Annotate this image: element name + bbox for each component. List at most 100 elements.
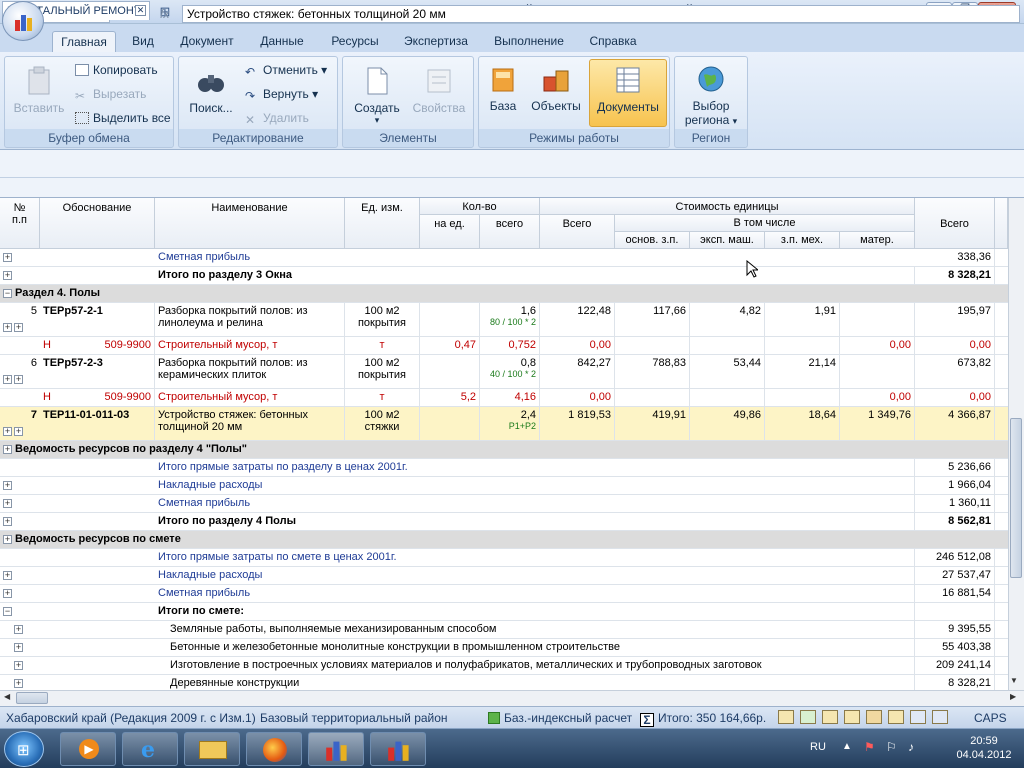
tool-icon-8[interactable] [932, 710, 948, 724]
scroll-left-icon[interactable]: ◀ [4, 692, 10, 701]
section-row[interactable]: − Раздел 4. Полы [0, 285, 1008, 303]
col-header-wages[interactable]: основ. з.п. [615, 232, 690, 249]
start-button[interactable]: ⊞ [4, 731, 44, 767]
table-row[interactable]: + Накладные расходы 27 537,47 [0, 567, 1008, 585]
table-row[interactable]: + Сметная прибыль 338,36 [0, 249, 1008, 267]
tab-data[interactable]: Данные [252, 31, 312, 52]
col-header-num[interactable]: № п.п [0, 198, 40, 249]
status-calc[interactable]: Баз.-индексный расчет [488, 711, 632, 725]
tool-icon-2[interactable] [800, 710, 816, 724]
section-row[interactable]: + Ведомость ресурсов по разделу 4 "Полы" [0, 441, 1008, 459]
taskbar-grand-smeta-2[interactable] [370, 732, 426, 766]
expand-icon[interactable]: + [3, 445, 12, 454]
table-row[interactable]: + Бетонные и железобетонные монолитные к… [0, 639, 1008, 657]
taskbar-media-player[interactable]: ▶ [60, 732, 116, 766]
col-header-extra[interactable] [995, 198, 1008, 249]
undo-button[interactable]: ↶ Отменить ▾ [245, 63, 327, 79]
documents-button[interactable]: Документы [589, 59, 667, 127]
copy-button[interactable]: Копировать [75, 63, 158, 77]
resource-row[interactable]: Н 509-9900 Строительный мусор, т т 5,2 4,… [0, 389, 1008, 407]
expand-icon[interactable]: + [3, 271, 12, 280]
tab-main[interactable]: Главная [52, 31, 116, 52]
expand-icon[interactable]: + [14, 661, 23, 670]
select-region-button[interactable]: Выбор региона ▾ [679, 63, 743, 127]
col-header-name[interactable]: Наименование [155, 198, 345, 249]
properties-button[interactable]: Свойства [409, 65, 469, 115]
base-button[interactable]: База [483, 63, 523, 121]
horizontal-scroll-thumb[interactable] [16, 692, 48, 704]
table-row[interactable]: Итого прямые затраты по смете в ценах 20… [0, 549, 1008, 567]
tool-icon-7[interactable] [910, 710, 926, 724]
tray-clock[interactable]: 20:59 04.04.2012 [954, 734, 1014, 762]
expand-icon[interactable]: + [3, 253, 12, 262]
tool-icon-1[interactable] [778, 710, 794, 724]
expand-icon[interactable]: + [3, 481, 12, 490]
cut-button[interactable]: ✂ Вырезать [75, 87, 146, 103]
table-row[interactable]: + Итого по разделу 3 Окна 8 328,21 [0, 267, 1008, 285]
expand-icon[interactable]: + [3, 499, 12, 508]
expand-icon[interactable]: + [14, 625, 23, 634]
selected-table-row[interactable]: + + 7 ТЕР11-01-011-03 Устройство стяжек:… [0, 407, 1008, 441]
tab-document[interactable]: Документ [172, 31, 242, 52]
table-row[interactable]: + Изготовление в построечных условиях ма… [0, 657, 1008, 675]
scroll-down-icon[interactable]: ▼ [1010, 676, 1018, 685]
col-header-total[interactable]: Всего [915, 198, 995, 249]
table-row[interactable]: + Сметная прибыль 1 360,11 [0, 495, 1008, 513]
tab-view[interactable]: Вид [124, 31, 162, 52]
col-header-unit-cost[interactable]: Стоимость единицы [540, 198, 915, 215]
table-row[interactable]: + Сметная прибыль 16 881,54 [0, 585, 1008, 603]
paste-button[interactable]: Вставить [11, 65, 67, 115]
action-center-icon[interactable]: ⚐ [886, 740, 897, 754]
col-header-basis[interactable]: Обоснование [40, 198, 155, 249]
redo-button[interactable]: ↷ Вернуть ▾ [245, 87, 318, 103]
taskbar-firefox[interactable] [246, 732, 302, 766]
expand-icon[interactable]: + [14, 679, 23, 688]
table-row[interactable]: + Накладные расходы 1 966,04 [0, 477, 1008, 495]
col-header-qty[interactable]: Кол-во [420, 198, 540, 215]
expand-icon[interactable]: + [3, 589, 12, 598]
col-header-qty-per[interactable]: на ед. [420, 215, 480, 249]
col-header-qty-total[interactable]: всего [480, 215, 540, 249]
tab-expertise[interactable]: Экспертиза [396, 31, 476, 52]
expand-icon[interactable]: + [3, 571, 12, 580]
table-row[interactable]: + Итого по разделу 4 Полы 8 562,81 [0, 513, 1008, 531]
table-row[interactable]: + Деревянные конструкции 8 328,21 [0, 675, 1008, 690]
table-row[interactable]: + Земляные работы, выполняемые механизир… [0, 621, 1008, 639]
tool-icon-4[interactable] [844, 710, 860, 724]
create-button[interactable]: Создать ▾ [347, 65, 407, 126]
app-menu-button[interactable] [2, 1, 44, 41]
function-icon[interactable]: fx [160, 7, 169, 21]
tray-arrow-icon[interactable]: ▲ [842, 741, 852, 752]
table-row[interactable]: − Итоги по смете: [0, 603, 1008, 621]
tool-icon-6[interactable] [888, 710, 904, 724]
tab-execution[interactable]: Выполнение [486, 31, 572, 52]
col-header-unit[interactable]: Ед. изм. [345, 198, 420, 249]
tool-icon-5[interactable] [866, 710, 882, 724]
scroll-right-icon[interactable]: ▶ [1010, 692, 1016, 701]
delete-button[interactable]: ✕ Удалить [245, 111, 309, 127]
search-button[interactable]: Поиск... [185, 65, 237, 115]
collapse-icon[interactable]: − [3, 607, 12, 616]
col-header-uc-total[interactable]: Всего [540, 215, 615, 249]
section-row[interactable]: + Ведомость ресурсов по смете [0, 531, 1008, 549]
collapse-icon[interactable]: − [3, 289, 12, 298]
tab-help[interactable]: Справка [582, 31, 644, 52]
volume-icon[interactable]: ♪ [908, 740, 914, 754]
tool-icon-3[interactable] [822, 710, 838, 724]
expand-icon[interactable]: + [3, 535, 12, 544]
table-row[interactable]: Итого прямые затраты по разделу в ценах … [0, 459, 1008, 477]
table-row[interactable]: + + 5 ТЕРр57-2-1 Разборка покрытий полов… [0, 303, 1008, 337]
col-header-mech-wages[interactable]: з.п. мех. [765, 232, 840, 249]
vertical-scroll-thumb[interactable] [1010, 418, 1022, 578]
resource-row[interactable]: Н 509-9900 Строительный мусор, т т 0,47 0… [0, 337, 1008, 355]
taskbar-explorer[interactable] [184, 732, 240, 766]
network-icon[interactable]: ⚑ [864, 740, 875, 754]
taskbar-ie[interactable]: e [122, 732, 178, 766]
expand-icon[interactable]: + [3, 517, 12, 526]
language-indicator[interactable]: RU [810, 741, 826, 753]
col-header-materials[interactable]: матер. [840, 232, 915, 249]
objects-button[interactable]: Объекты [527, 63, 585, 121]
taskbar-grand-smeta[interactable] [308, 732, 364, 766]
col-header-incl[interactable]: В том числе [615, 215, 915, 232]
close-tab-icon[interactable]: ✕ [135, 5, 146, 16]
